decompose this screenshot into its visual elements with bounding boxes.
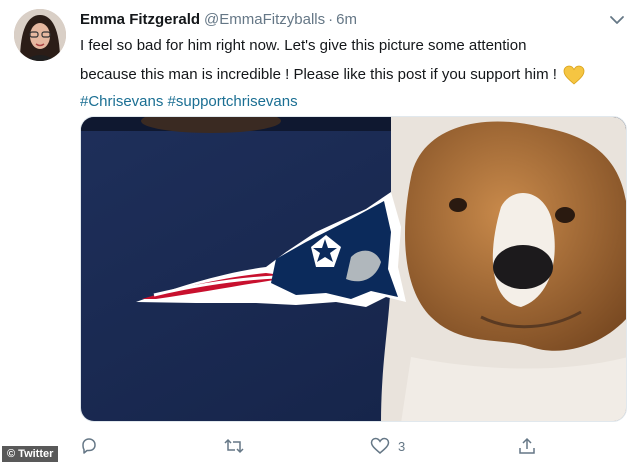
avatar[interactable] (14, 9, 66, 61)
twitter-watermark: © Twitter (2, 446, 59, 462)
retweet-icon (223, 437, 245, 455)
hashtag-supportchrisevans[interactable]: #supportchrisevans (168, 93, 298, 110)
separator-dot: · (328, 11, 334, 28)
reply-button[interactable] (80, 436, 106, 456)
tweet-text-line-2-content: because this man is incredible ! Please … (80, 66, 557, 83)
retweet-button[interactable] (223, 436, 253, 456)
share-icon (518, 437, 536, 455)
tweet-text: I feel so bad for him right now. Let's g… (80, 35, 620, 112)
chevron-down-icon[interactable] (609, 13, 625, 25)
tweet-photo[interactable] (80, 116, 627, 422)
tweet-card: Emma Fitzgerald @EmmaFitzyballs · 6m I feel… (0, 0, 634, 463)
tweet-actions: 3 (80, 436, 620, 456)
timestamp[interactable]: 6m (336, 11, 357, 28)
tweet-header: Emma Fitzgerald @EmmaFitzyballs · 6m (80, 11, 357, 29)
tweet-text-line-2: because this man is incredible ! Please … (80, 64, 620, 91)
tweet-text-line-1: I feel so bad for him right now. Let's g… (80, 37, 527, 54)
reply-icon (80, 437, 98, 455)
hashtag-chrisevans[interactable]: #Chrisevans (80, 93, 163, 110)
yellow-heart-icon (563, 65, 585, 91)
heart-icon (370, 437, 390, 455)
author-name[interactable]: Emma Fitzgerald (80, 11, 200, 28)
like-count: 3 (398, 438, 406, 454)
like-button[interactable]: 3 (370, 436, 405, 456)
hashtag-list: #Chrisevans #supportchrisevans (80, 91, 620, 112)
share-button[interactable] (518, 436, 544, 456)
author-handle[interactable]: @EmmaFitzyballs (204, 11, 325, 28)
